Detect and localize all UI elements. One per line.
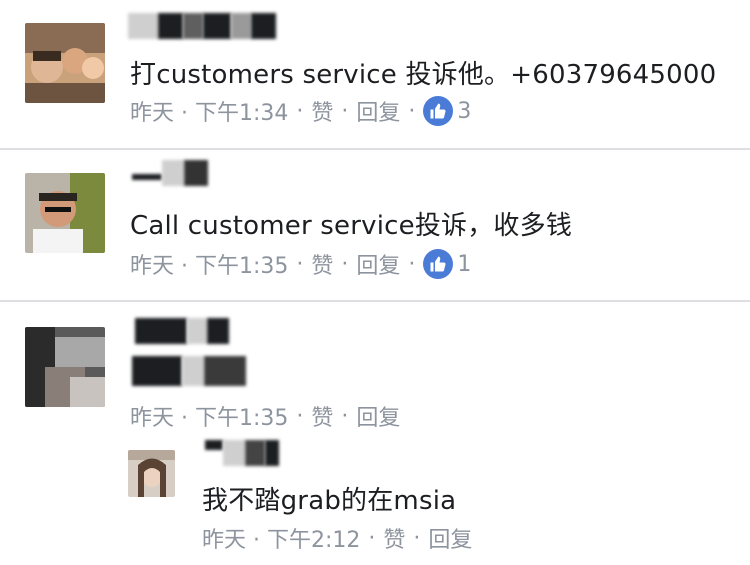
- avatar-photo: [128, 450, 175, 497]
- author-name-redacted[interactable]: [132, 160, 212, 186]
- separator-dot: ·: [296, 98, 304, 124]
- like-button[interactable]: 赞: [311, 400, 333, 432]
- separator-dot: ·: [413, 525, 421, 551]
- comment-text-redacted: [132, 356, 252, 386]
- reply-button[interactable]: 回复: [356, 95, 400, 127]
- comment-meta: 昨天 · 下午1:34 · 赞 · 回复 · 3: [130, 95, 471, 127]
- comment-time[interactable]: 昨天 · 下午2:12: [202, 522, 360, 554]
- like-count[interactable]: 1: [457, 252, 471, 277]
- thumbs-up-icon[interactable]: [423, 96, 454, 126]
- divider: [0, 300, 750, 302]
- separator-dot: ·: [341, 98, 349, 124]
- separator-dot: ·: [408, 251, 416, 277]
- reply-button[interactable]: 回复: [356, 400, 400, 432]
- thumbs-up-icon[interactable]: [423, 249, 454, 279]
- reply-button[interactable]: 回复: [356, 248, 400, 280]
- comment-meta: 昨天 · 下午1:35 · 赞 · 回复: [130, 400, 400, 432]
- author-name-redacted[interactable]: [205, 440, 283, 466]
- like-count[interactable]: 3: [457, 99, 471, 124]
- comment-text: 打customers service 投诉他。+60379645000: [130, 60, 717, 90]
- separator-dot: ·: [368, 525, 376, 551]
- avatar[interactable]: [25, 23, 105, 103]
- comment-meta: 昨天 · 下午1:35 · 赞 · 回复 · 1: [130, 248, 471, 280]
- separator-dot: ·: [408, 98, 416, 124]
- avatar-photo: [25, 173, 105, 253]
- separator-dot: ·: [341, 251, 349, 277]
- reply-button[interactable]: 回复: [428, 522, 472, 554]
- comment-time[interactable]: 昨天 · 下午1:34: [130, 95, 288, 127]
- avatar[interactable]: [25, 327, 105, 407]
- separator-dot: ·: [296, 403, 304, 429]
- like-button[interactable]: 赞: [383, 522, 405, 554]
- divider: [0, 148, 750, 150]
- avatar-photo: [25, 23, 105, 103]
- separator-dot: ·: [341, 403, 349, 429]
- comment-meta: 昨天 · 下午2:12 · 赞 · 回复: [202, 522, 472, 554]
- avatar-photo: [25, 327, 105, 407]
- avatar[interactable]: [25, 173, 105, 253]
- like-button[interactable]: 赞: [311, 95, 333, 127]
- like-button[interactable]: 赞: [311, 248, 333, 280]
- comment-text: Call customer service投诉，收多钱: [130, 211, 573, 241]
- separator-dot: ·: [296, 251, 304, 277]
- comment-time[interactable]: 昨天 · 下午1:35: [130, 248, 288, 280]
- comment-time[interactable]: 昨天 · 下午1:35: [130, 400, 288, 432]
- author-name-redacted[interactable]: [128, 13, 276, 39]
- avatar[interactable]: [128, 450, 175, 497]
- author-name-redacted[interactable]: [135, 318, 235, 344]
- comment-text: 我不踏grab的在msia: [202, 486, 457, 516]
